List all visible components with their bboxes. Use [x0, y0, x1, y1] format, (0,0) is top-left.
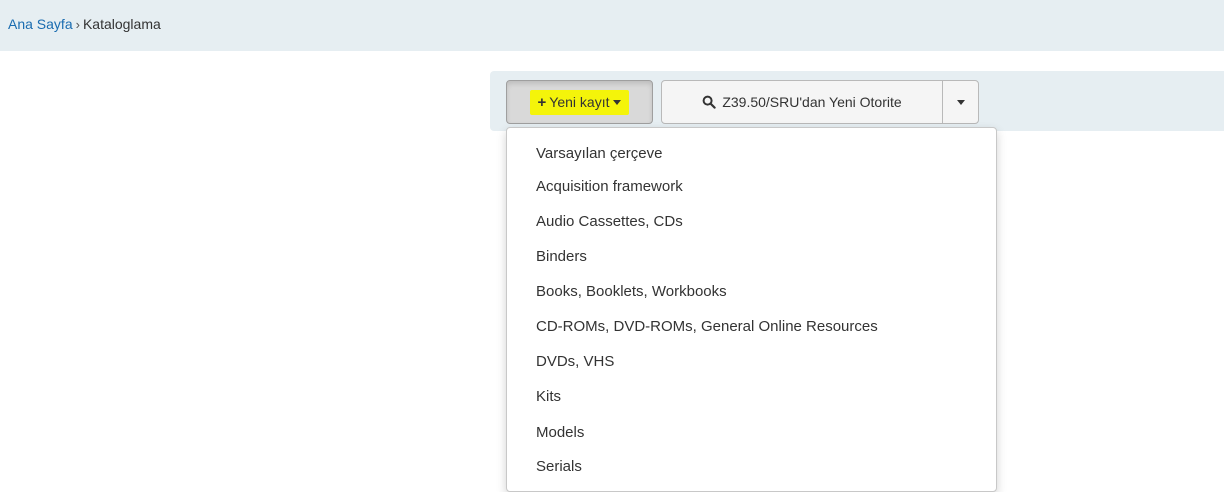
framework-item-models[interactable]: Models [536, 424, 584, 441]
framework-dropdown-menu: Varsayılan çerçeve Acquisition framework… [506, 127, 997, 492]
z3950-dropdown-toggle[interactable] [942, 80, 979, 124]
search-icon [702, 95, 717, 109]
framework-item-binders[interactable]: Binders [536, 248, 587, 265]
framework-item-default[interactable]: Varsayılan çerçeve [536, 145, 662, 162]
breadcrumb-separator: › [75, 17, 80, 32]
caret-down-icon [613, 99, 622, 105]
framework-item-books[interactable]: Books, Booklets, Workbooks [536, 283, 727, 300]
breadcrumb-home-link[interactable]: Ana Sayfa [8, 16, 73, 32]
breadcrumb-bar: Ana Sayfa › Kataloglama [0, 0, 1224, 51]
breadcrumb: Ana Sayfa › Kataloglama [8, 16, 161, 32]
plus-icon: + [537, 93, 547, 111]
framework-item-kits[interactable]: Kits [536, 388, 561, 405]
new-record-highlight: + Yeni kayıt [529, 89, 630, 115]
caret-down-icon [956, 99, 965, 105]
new-record-button[interactable]: + Yeni kayıt [506, 80, 653, 124]
new-record-label: Yeni kayıt [549, 94, 610, 110]
framework-item-cd-roms[interactable]: CD-ROMs, DVD-ROMs, General Online Resour… [536, 318, 878, 335]
z3950-label: Z39.50/SRU'dan Yeni Otorite [722, 94, 902, 110]
framework-item-acquisition[interactable]: Acquisition framework [536, 178, 683, 195]
framework-item-dvds[interactable]: DVDs, VHS [536, 353, 614, 370]
breadcrumb-current: Kataloglama [82, 16, 161, 32]
framework-item-audio-cassettes[interactable]: Audio Cassettes, CDs [536, 213, 683, 230]
z3950-new-authority-button[interactable]: Z39.50/SRU'dan Yeni Otorite [661, 80, 943, 124]
framework-item-serials[interactable]: Serials [536, 458, 582, 475]
